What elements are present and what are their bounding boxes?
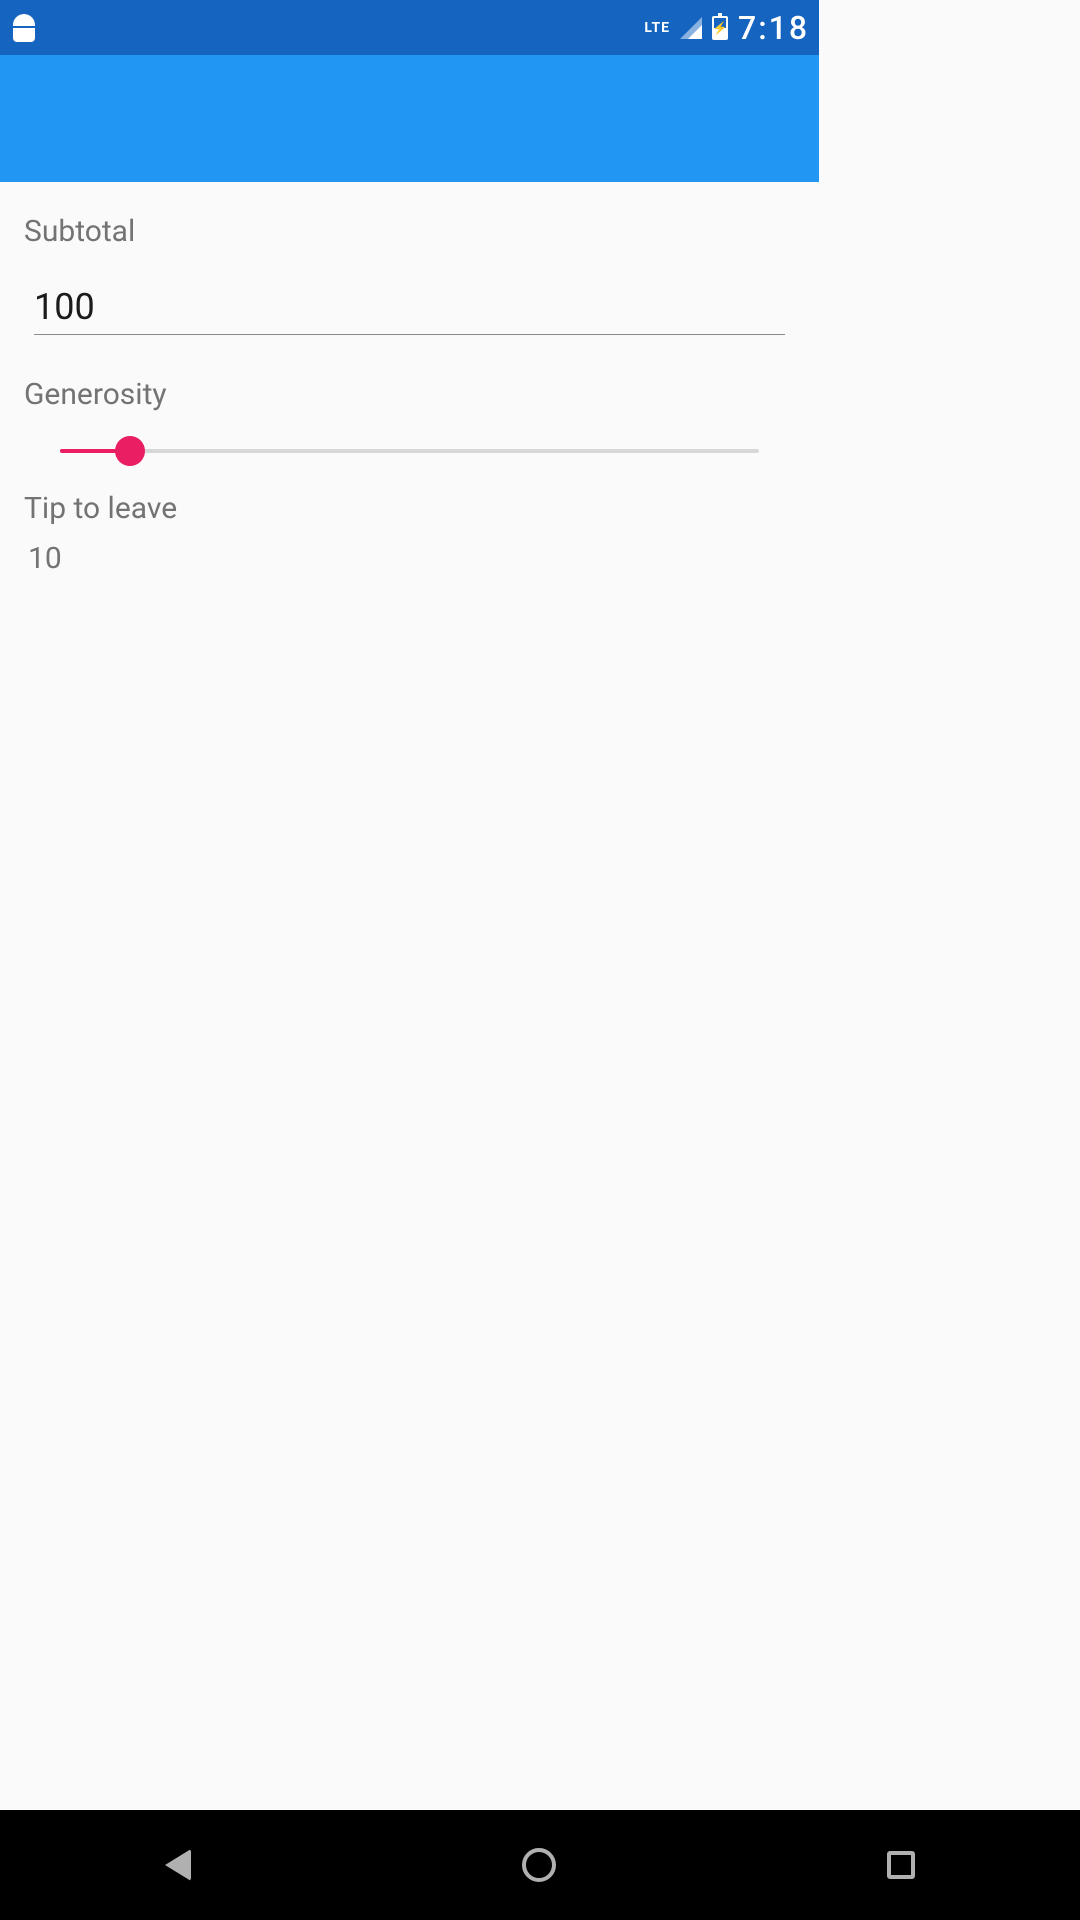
status-left xyxy=(10,14,38,42)
recents-button[interactable] xyxy=(887,1851,915,1879)
back-icon xyxy=(165,1849,191,1881)
slider-track xyxy=(60,449,759,453)
subtotal-field[interactable] xyxy=(34,286,785,335)
spacer xyxy=(24,576,795,1356)
softkey-bar xyxy=(0,1810,1080,1920)
bugdroid-icon xyxy=(10,14,38,42)
slider-thumb[interactable] xyxy=(115,436,145,466)
recents-icon xyxy=(887,1851,915,1879)
subtotal-input[interactable] xyxy=(34,286,785,328)
home-icon xyxy=(522,1848,556,1882)
network-label: LTE xyxy=(644,20,670,36)
status-right: LTE ⚡ 7:18 xyxy=(644,9,809,47)
back-button[interactable] xyxy=(165,1849,191,1881)
status-bar: LTE ⚡ 7:18 xyxy=(0,0,819,55)
battery-icon: ⚡ xyxy=(712,16,728,40)
status-clock: 7:18 xyxy=(738,9,809,47)
tip-label: Tip to leave xyxy=(24,487,795,531)
signal-icon xyxy=(680,17,702,39)
subtotal-label: Subtotal xyxy=(24,210,795,254)
main-content: Subtotal Generosity Tip to leave 10 xyxy=(0,182,819,1356)
home-button[interactable] xyxy=(522,1848,556,1882)
app-bar xyxy=(0,55,819,182)
generosity-slider[interactable] xyxy=(60,435,759,467)
tip-value: 10 xyxy=(24,541,795,576)
generosity-label: Generosity xyxy=(24,373,795,417)
